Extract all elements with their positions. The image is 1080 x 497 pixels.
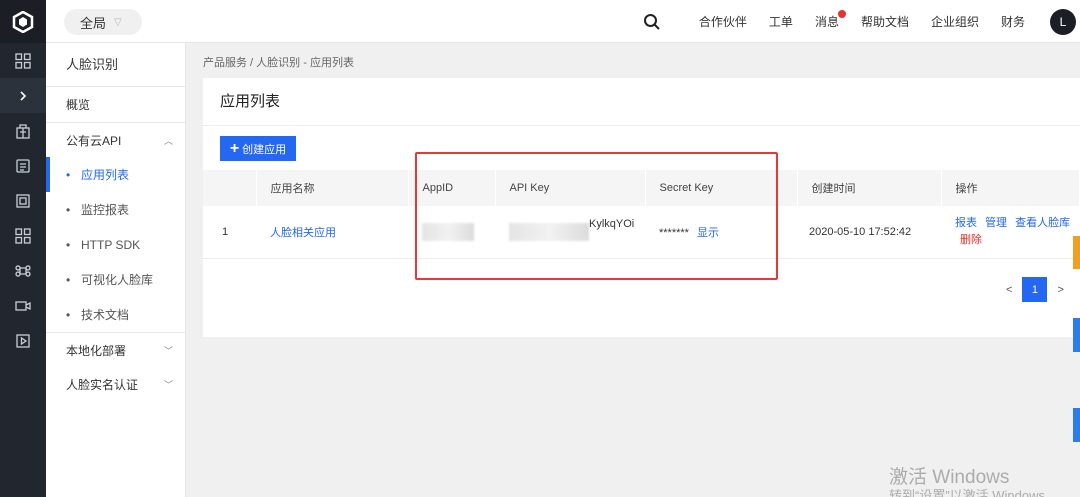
sidebar-item-overview[interactable]: 概览 — [46, 87, 185, 122]
chevron-down-icon: ﹀ — [163, 380, 173, 390]
prev-page-button[interactable]: < — [1006, 284, 1012, 296]
scope-selector[interactable]: 全局 ▽ — [64, 9, 142, 35]
column-header-secret-key: Secret Key — [645, 170, 798, 206]
created-time-cell: 2020-05-10 17:52:42 — [797, 206, 941, 259]
pagination: < 1 > — [1006, 277, 1064, 302]
sidebar-item-app-list[interactable]: • 应用列表 — [46, 157, 185, 192]
apps-icon[interactable] — [0, 218, 46, 253]
redacted-api-key — [509, 222, 589, 241]
column-header-appid: AppID — [408, 170, 496, 206]
page-1-button[interactable]: 1 — [1022, 277, 1048, 302]
nav-tickets[interactable]: 工单 — [769, 13, 793, 30]
column-header-created: 创建时间 — [797, 170, 942, 206]
activation-watermark-subtitle: 转到“设置”以激活 Windows — [889, 488, 1046, 497]
chevron-down-icon: ﹀ — [163, 345, 173, 356]
column-header-name: 应用名称 — [256, 170, 409, 206]
api-key-suffix: KylkqYOi — [589, 217, 635, 230]
column-header-actions: 操作 — [941, 170, 1080, 206]
sidebar-item-http-sdk[interactable]: • HTTP SDK — [46, 227, 185, 262]
page-title: 应用列表 — [203, 78, 1080, 126]
frame-icon[interactable] — [0, 183, 46, 218]
column-header-index — [203, 170, 257, 206]
scope-label: 全局 — [80, 15, 107, 31]
table-row: 1 人脸相关应用 KylkqYOi ******* 显示 2020-05-10 … — [203, 206, 1080, 259]
secret-key-cell: ******* 显示 — [645, 206, 797, 259]
api-key-cell: KylkqYOi — [495, 206, 645, 259]
manage-link[interactable]: 管理 — [985, 217, 1007, 229]
breadcrumb[interactable]: 产品服务 / 人脸识别 - 应用列表 — [203, 54, 354, 70]
nav-enterprise-org[interactable]: 企业组织 — [931, 13, 979, 30]
app-list-card: 应用列表 + 创建应用 应用名称 AppID API Key Secret Ke… — [203, 78, 1080, 337]
chevron-down-icon: ▽ — [114, 16, 122, 28]
next-page-button[interactable]: > — [1057, 284, 1063, 296]
row-index: 1 — [203, 206, 256, 259]
sidebar-item-monitoring[interactable]: • 监控报表 — [46, 192, 185, 227]
sidebar-group-real-name[interactable]: 人脸实名认证 ﹀ — [46, 367, 185, 402]
nav-help-docs[interactable]: 帮助文档 — [861, 13, 909, 30]
top-bar: 全局 ▽ 合作伙伴 工单 消息 帮助文档 企业组织 财务 L — [46, 0, 1080, 43]
sidebar-item-label: 应用列表 — [81, 168, 130, 182]
sidebar-item-label: 技术文档 — [81, 308, 130, 322]
command-icon[interactable] — [0, 253, 46, 288]
logo-icon[interactable] — [0, 0, 46, 43]
sidebar-group-local-deploy[interactable]: 本地化部署 ﹀ — [46, 332, 185, 367]
table-header-row: 应用名称 AppID API Key Secret Key 创建时间 操作 — [203, 170, 1080, 206]
sidebar-item-label: 监控报表 — [81, 203, 130, 217]
create-app-label: 创建应用 — [242, 143, 287, 156]
play-icon[interactable] — [0, 323, 46, 358]
document-icon[interactable] — [0, 148, 46, 183]
sidebar-item-label: 可视化人脸库 — [81, 273, 154, 287]
report-link[interactable]: 报表 — [955, 217, 977, 229]
sidebar-group-label: 本地化部署 — [66, 343, 127, 358]
building-icon[interactable] — [0, 113, 46, 148]
show-secret-link[interactable]: 显示 — [697, 227, 719, 239]
appid-cell — [408, 206, 495, 259]
floating-tab-orange[interactable] — [1073, 236, 1080, 269]
sidebar-item-label: HTTP SDK — [81, 237, 141, 252]
redacted-appid — [422, 222, 474, 241]
nav-finance[interactable]: 财务 — [1001, 13, 1025, 30]
camera-icon[interactable] — [0, 288, 46, 323]
floating-tab-blue[interactable] — [1073, 318, 1080, 352]
notification-dot — [837, 10, 846, 18]
search-icon[interactable] — [630, 13, 674, 31]
sidebar-item-tech-docs[interactable]: • 技术文档 — [46, 297, 185, 332]
delete-link[interactable]: 删除 — [960, 234, 982, 246]
chevron-up-icon: ︿ — [163, 135, 173, 146]
plus-icon: + — [229, 139, 240, 157]
sidebar-group-label: 公有云API — [66, 133, 122, 148]
secret-key-masked: ******* — [659, 226, 689, 239]
nav-messages[interactable]: 消息 — [814, 10, 846, 30]
app-table: 应用名称 AppID API Key Secret Key 创建时间 操作 1 … — [203, 170, 1080, 259]
floating-tab-blue-2[interactable] — [1073, 408, 1080, 442]
create-app-button[interactable]: + 创建应用 — [220, 136, 296, 161]
sidebar-item-face-library[interactable]: • 可视化人脸库 — [46, 262, 185, 297]
icon-rail — [0, 0, 46, 497]
sidebar-group-public-api[interactable]: 公有云API ︿ — [46, 122, 185, 157]
app-name-link[interactable]: 人脸相关应用 — [256, 206, 408, 259]
nav-messages-label: 消息 — [814, 15, 839, 29]
view-face-library-link[interactable]: 查看人脸库 — [1015, 217, 1070, 229]
expand-chevron-icon[interactable] — [0, 78, 46, 113]
product-sidebar: 人脸识别 概览 公有云API ︿ • 应用列表 • 监控报表 • HTTP SDK •… — [46, 43, 186, 497]
top-nav: 合作伙伴 工单 消息 帮助文档 企业组织 财务 L — [630, 0, 1080, 43]
sidebar-title: 人脸识别 — [46, 43, 185, 87]
actions-cell: 报表 管理 查看人脸库 删除 — [941, 206, 1080, 259]
column-header-api-key: API Key — [495, 170, 646, 206]
nav-partners[interactable]: 合作伙伴 — [699, 13, 747, 30]
sidebar-group-label: 人脸实名认证 — [66, 378, 139, 392]
grid-icon[interactable] — [0, 43, 46, 78]
avatar[interactable]: L — [1050, 8, 1076, 35]
